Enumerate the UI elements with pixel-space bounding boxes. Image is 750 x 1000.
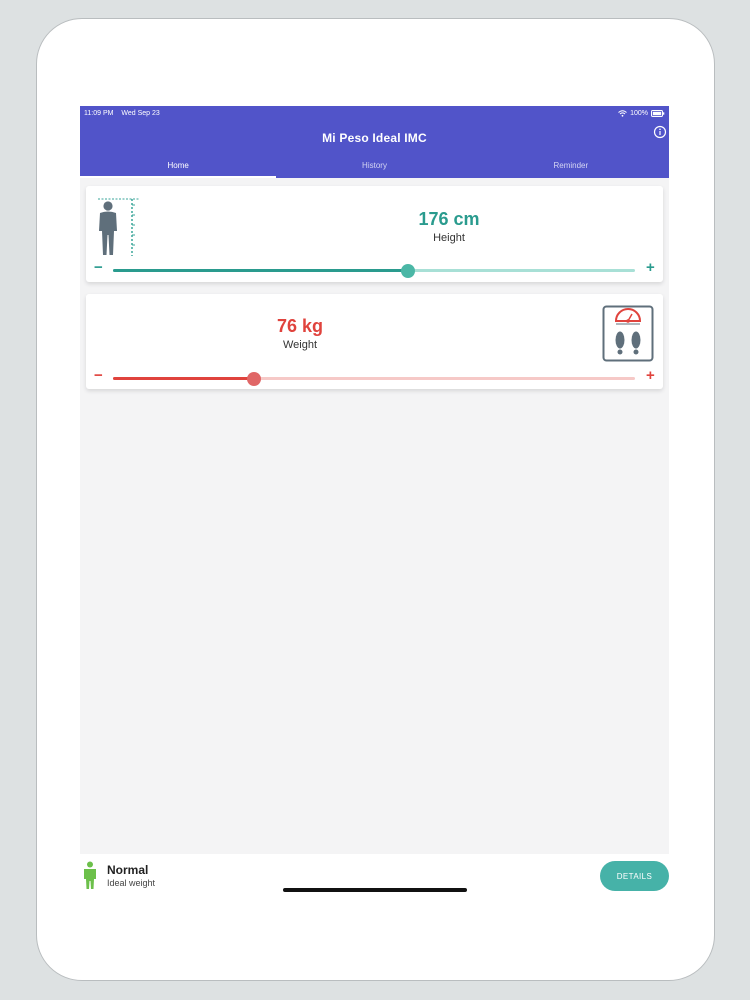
height-slider-thumb[interactable] [400,264,415,278]
app-screen: 11:09 PM Wed Sep 23 100% Mi Peso Ideal I… [80,106,669,892]
tab-history[interactable]: History [276,158,472,178]
weight-slider-fill [113,377,254,380]
weight-slider[interactable] [113,372,635,386]
battery-percent: 100% [630,109,648,117]
weight-increase-button[interactable]: + [646,368,655,383]
bmi-status-title: Normal [107,863,149,877]
details-button[interactable]: DETAILS [600,861,669,891]
height-increase-button[interactable]: + [646,260,655,275]
tab-reminder[interactable]: Reminder [473,158,669,178]
bmi-status-subtitle: Ideal weight [107,878,156,888]
weight-value: 76 kg [276,316,324,336]
info-icon[interactable] [653,125,667,139]
home-indicator[interactable] [283,888,467,892]
tab-home[interactable]: Home [80,158,277,178]
battery-icon [651,109,665,117]
weight-label: Weight [282,339,318,351]
height-label: Height [433,232,465,244]
tab-bar: Home History Reminder [80,158,669,178]
result-bar: Normal Ideal weight DETAILS [80,854,669,892]
person-height-icon [98,198,140,256]
height-value: 176 cm [418,209,480,229]
height-slider-fill [113,269,408,272]
wifi-icon [618,109,627,117]
status-time: 11:09 PM [84,109,114,117]
app-bar: Mi Peso Ideal IMC [80,120,669,158]
height-decrease-button[interactable]: − [94,260,103,275]
weight-slider-thumb[interactable] [246,372,261,386]
height-slider[interactable] [113,264,635,278]
height-card: 176 cm Height − + [86,186,663,282]
bathroom-scale-icon [602,305,654,362]
weight-card: 76 kg Weight − + [86,294,663,389]
status-bar: 11:09 PM Wed Sep 23 100% [80,106,669,120]
status-date: Wed Sep 23 [121,109,160,117]
app-title: Mi Peso Ideal IMC [322,131,427,145]
height-slider-row: − + [86,260,663,278]
weight-slider-row: − + [86,368,663,386]
person-icon [84,861,96,889]
weight-decrease-button[interactable]: − [94,368,103,383]
